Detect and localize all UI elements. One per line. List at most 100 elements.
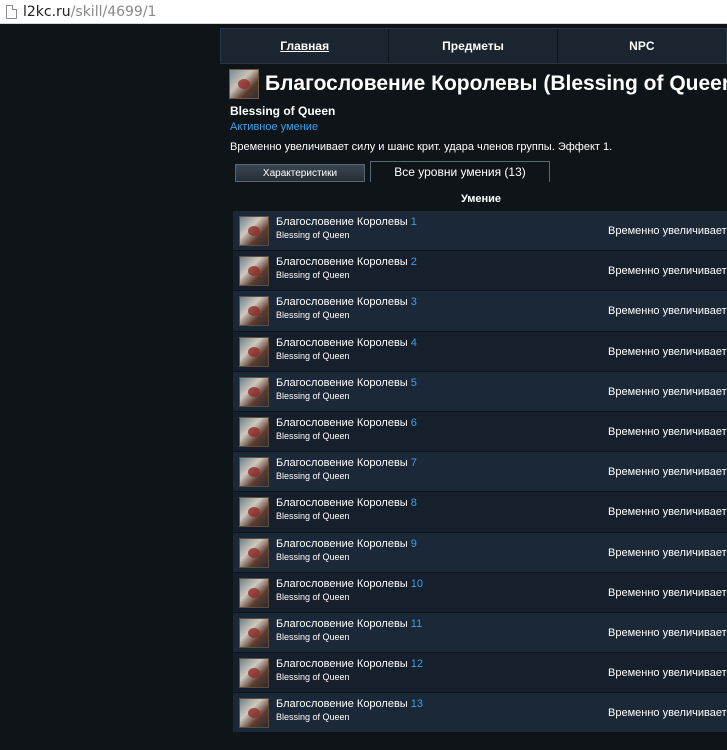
- table-row[interactable]: Благословение Королевы 9 Blessing of Quee…: [233, 532, 727, 573]
- skill-effect: Временно увеличивает: [608, 345, 727, 358]
- skill-icon[interactable]: [239, 537, 269, 568]
- tab-all-levels[interactable]: Все уровни умения (13): [370, 161, 550, 182]
- skill-icon[interactable]: [239, 457, 269, 488]
- table-row[interactable]: Благословение Королевы 5 Blessing of Quee…: [233, 371, 727, 412]
- skill-effect: Временно увеличивает: [608, 506, 727, 519]
- skill-names: Благословение Королевы 6 Blessing of Quee…: [276, 417, 417, 443]
- skill-icon[interactable]: [239, 617, 269, 648]
- skill-icon[interactable]: [239, 336, 269, 367]
- skill-icon[interactable]: [239, 296, 269, 327]
- skill-name-text[interactable]: Благословение Королевы: [276, 698, 408, 710]
- table-row[interactable]: Благословение Королевы 3 Blessing of Quee…: [233, 291, 727, 332]
- skill-level[interactable]: 1: [411, 216, 417, 228]
- skill-icon[interactable]: [239, 376, 269, 407]
- skill-name-text[interactable]: Благословение Королевы: [276, 497, 408, 509]
- skill-name-en: Blessing of Queen: [276, 672, 350, 683]
- skill-icon[interactable]: [239, 698, 269, 729]
- skill-icon[interactable]: [239, 216, 269, 246]
- skill-level[interactable]: 9: [411, 538, 417, 550]
- skill-name-text[interactable]: Благословение Королевы: [276, 578, 408, 590]
- skill-level[interactable]: 5: [411, 377, 417, 389]
- skill-icon: [229, 69, 259, 99]
- skill-name[interactable]: Благословение Королевы 9: [276, 538, 417, 551]
- skill-name[interactable]: Благословение Королевы 11: [276, 618, 422, 631]
- table-row[interactable]: Благословение Королевы 13 Blessing of Que…: [233, 693, 727, 734]
- nav-item-npc[interactable]: NPC: [558, 29, 726, 63]
- skill-name-en: Blessing of Queen: [276, 390, 350, 401]
- skill-name-text[interactable]: Благословение Королевы: [276, 417, 408, 429]
- skill-name-text[interactable]: Благословение Королевы: [276, 216, 408, 228]
- table-row[interactable]: Благословение Королевы 6 Blessing of Quee…: [233, 411, 727, 453]
- table-row[interactable]: Благословение Королевы 11 Blessing of Que…: [233, 612, 727, 654]
- skill-icon[interactable]: [239, 416, 269, 447]
- table-row[interactable]: Благословение Королевы 12 Blessing of Que…: [233, 653, 727, 694]
- skill-name-en: Blessing of Queen: [276, 350, 350, 361]
- skill-name[interactable]: Благословение Королевы 7: [276, 457, 417, 470]
- skill-name-en: Blessing of Queen: [276, 551, 350, 562]
- skill-icon[interactable]: [239, 256, 269, 287]
- skill-level[interactable]: 8: [411, 497, 417, 509]
- url-host: l2kc.ru: [23, 3, 71, 20]
- table-row[interactable]: Благословение Королевы 1 Blessing of Quee…: [233, 211, 727, 252]
- skill-name-text[interactable]: Благословение Королевы: [276, 256, 408, 268]
- skill-icon[interactable]: [239, 577, 269, 608]
- skill-level[interactable]: 10: [411, 578, 423, 590]
- skill-level[interactable]: 13: [411, 698, 423, 710]
- skill-name-text[interactable]: Благословение Королевы: [276, 658, 408, 670]
- skill-names: Благословение Королевы 5 Blessing of Quee…: [276, 377, 417, 403]
- nav-item-items[interactable]: Предметы: [389, 29, 558, 63]
- skill-effect: Временно увеличивает: [608, 667, 727, 680]
- skill-names: Благословение Королевы 7 Blessing of Quee…: [276, 457, 417, 483]
- url-text[interactable]: l2kc.ru/skill/4699/1: [23, 4, 156, 20]
- skill-names: Благословение Королевы 3 Blessing of Quee…: [276, 296, 417, 322]
- address-bar[interactable]: l2kc.ru/skill/4699/1: [0, 0, 727, 24]
- tab-characteristics[interactable]: Характеристики: [235, 164, 365, 182]
- nav-item-home[interactable]: Главная: [221, 29, 390, 63]
- skill-name-en: Blessing of Queen: [276, 471, 350, 482]
- skill-effect: Временно увеличивает: [608, 265, 727, 278]
- skill-effect: Временно увеличивает: [608, 626, 727, 639]
- skill-name[interactable]: Благословение Королевы 2: [276, 256, 417, 269]
- table-row[interactable]: Благословение Королевы 10 Blessing of Que…: [233, 572, 727, 613]
- skill-level[interactable]: 2: [411, 256, 417, 268]
- skill-name[interactable]: Благословение Королевы 3: [276, 296, 417, 309]
- skill-level[interactable]: 6: [411, 417, 417, 429]
- column-header-skill: Умение: [460, 193, 502, 205]
- skill-name-en: Blessing of Queen: [276, 712, 350, 723]
- skill-name-text[interactable]: Благословение Королевы: [276, 457, 408, 469]
- page-title-row: Благословение Королевы (Blessing of Quee…: [229, 69, 727, 99]
- skill-name[interactable]: Благословение Королевы 1: [276, 216, 417, 229]
- skill-level[interactable]: 11: [411, 618, 422, 630]
- skill-level[interactable]: 12: [411, 658, 423, 670]
- skill-names: Благословение Королевы 1 Blessing of Quee…: [276, 216, 417, 242]
- skill-name[interactable]: Благословение Королевы 10: [276, 578, 423, 591]
- skill-name-text[interactable]: Благословение Королевы: [276, 538, 408, 550]
- page-icon: [6, 4, 17, 19]
- skill-level[interactable]: 3: [411, 296, 417, 308]
- skill-icon[interactable]: [239, 658, 269, 689]
- skill-name[interactable]: Благословение Королевы 4: [276, 337, 417, 350]
- skill-name-text[interactable]: Благословение Королевы: [276, 296, 408, 308]
- table-row[interactable]: Благословение Королевы 7 Blessing of Quee…: [233, 452, 727, 493]
- table-row[interactable]: Благословение Королевы 4 Blessing of Quee…: [233, 331, 727, 372]
- table-row[interactable]: Благословение Королевы 2 Blessing of Quee…: [233, 251, 727, 292]
- skill-name-en: Blessing of Queen: [276, 230, 350, 240]
- skill-name-en: Blessing of Queen: [276, 511, 350, 522]
- skill-name[interactable]: Благословение Королевы 5: [276, 377, 417, 390]
- skill-icon[interactable]: [239, 497, 269, 528]
- skill-name[interactable]: Благословение Королевы 13: [276, 698, 423, 711]
- skill-name[interactable]: Благословение Королевы 12: [276, 658, 423, 671]
- skill-names: Благословение Королевы 4 Blessing of Quee…: [276, 337, 417, 363]
- skill-name-text[interactable]: Благословение Королевы: [276, 618, 408, 630]
- skill-names: Благословение Королевы 13 Blessing of Que…: [276, 698, 423, 724]
- skill-name-text[interactable]: Благословение Королевы: [276, 337, 408, 349]
- skill-level[interactable]: 4: [411, 337, 417, 349]
- skill-level[interactable]: 7: [411, 457, 417, 469]
- skill-name[interactable]: Благословение Королевы 8: [276, 497, 417, 510]
- skill-names: Благословение Королевы 11 Blessing of Que…: [276, 618, 422, 644]
- skill-name-text[interactable]: Благословение Королевы: [276, 377, 408, 389]
- skill-effect: Временно увеличивает: [608, 225, 727, 237]
- table-row[interactable]: Благословение Королевы 8 Blessing of Quee…: [233, 492, 727, 533]
- skill-name[interactable]: Благословение Королевы 6: [276, 417, 417, 430]
- skill-name-en: Blessing of Queen: [276, 631, 350, 642]
